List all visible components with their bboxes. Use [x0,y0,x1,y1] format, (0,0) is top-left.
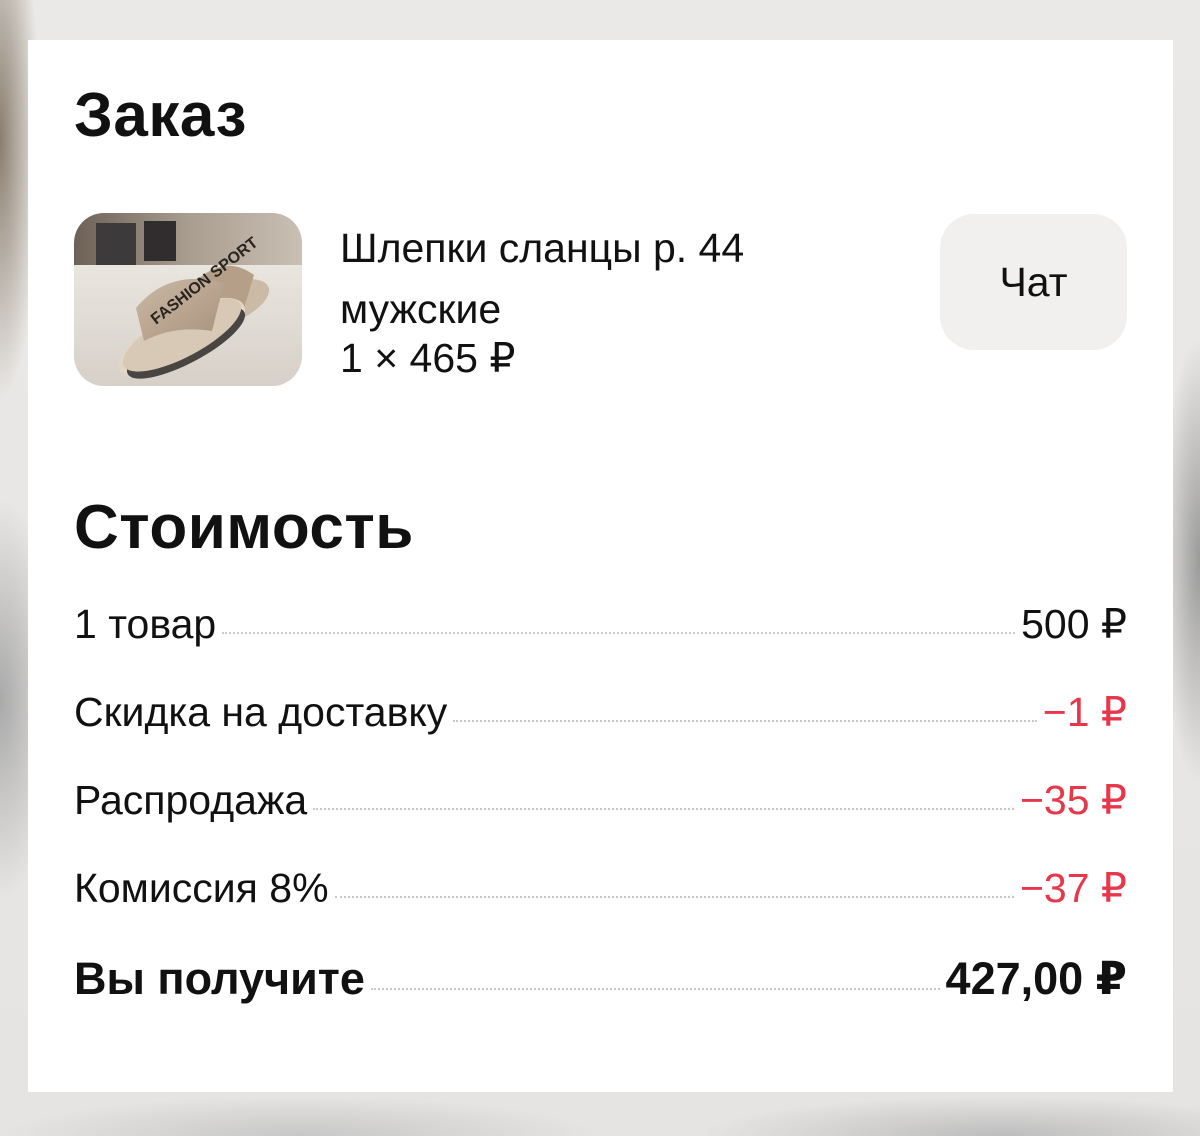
dotted-leader [370,988,940,990]
cost-value: −35 ₽ [1019,777,1127,823]
product-image[interactable]: FASHION SPORT [74,213,302,386]
cost-title: Стоимость [74,493,414,562]
cost-row-delivery-discount: Скидка на доставку −1 ₽ [74,688,1127,776]
cost-value: −1 ₽ [1042,689,1127,735]
chat-button[interactable]: Чат [940,214,1127,350]
dotted-leader [453,720,1037,722]
cost-row-total: Вы получите 427,00 ₽ [74,952,1127,1040]
cost-value: 500 ₽ [1021,601,1127,647]
product-quantity-price: 1 × 465 ₽ [340,335,516,381]
cost-row-sale: Распродажа −35 ₽ [74,776,1127,864]
order-card: Заказ FASHION SPORT Шлепки сланцы р. 44 … [28,40,1173,1092]
cost-breakdown: 1 товар 500 ₽ Скидка на доставку −1 ₽ Ра… [74,600,1127,1040]
total-value: 427,00 ₽ [945,953,1127,1004]
product-name[interactable]: Шлепки сланцы р. 44 мужские [340,218,900,340]
cost-label: Комиссия 8% [74,865,329,911]
dotted-leader [313,808,1014,810]
cost-label: 1 товар [74,601,217,647]
total-label: Вы получите [74,953,365,1004]
cost-value: −37 ₽ [1019,865,1127,911]
slipper-photo: FASHION SPORT [74,213,302,386]
cost-row-commission: Комиссия 8% −37 ₽ [74,864,1127,952]
cost-label: Распродажа [74,777,308,823]
cost-label: Скидка на доставку [74,689,448,735]
order-title: Заказ [74,81,247,150]
dotted-leader [334,896,1014,898]
dotted-leader [222,632,1016,634]
cost-row-items: 1 товар 500 ₽ [74,600,1127,688]
